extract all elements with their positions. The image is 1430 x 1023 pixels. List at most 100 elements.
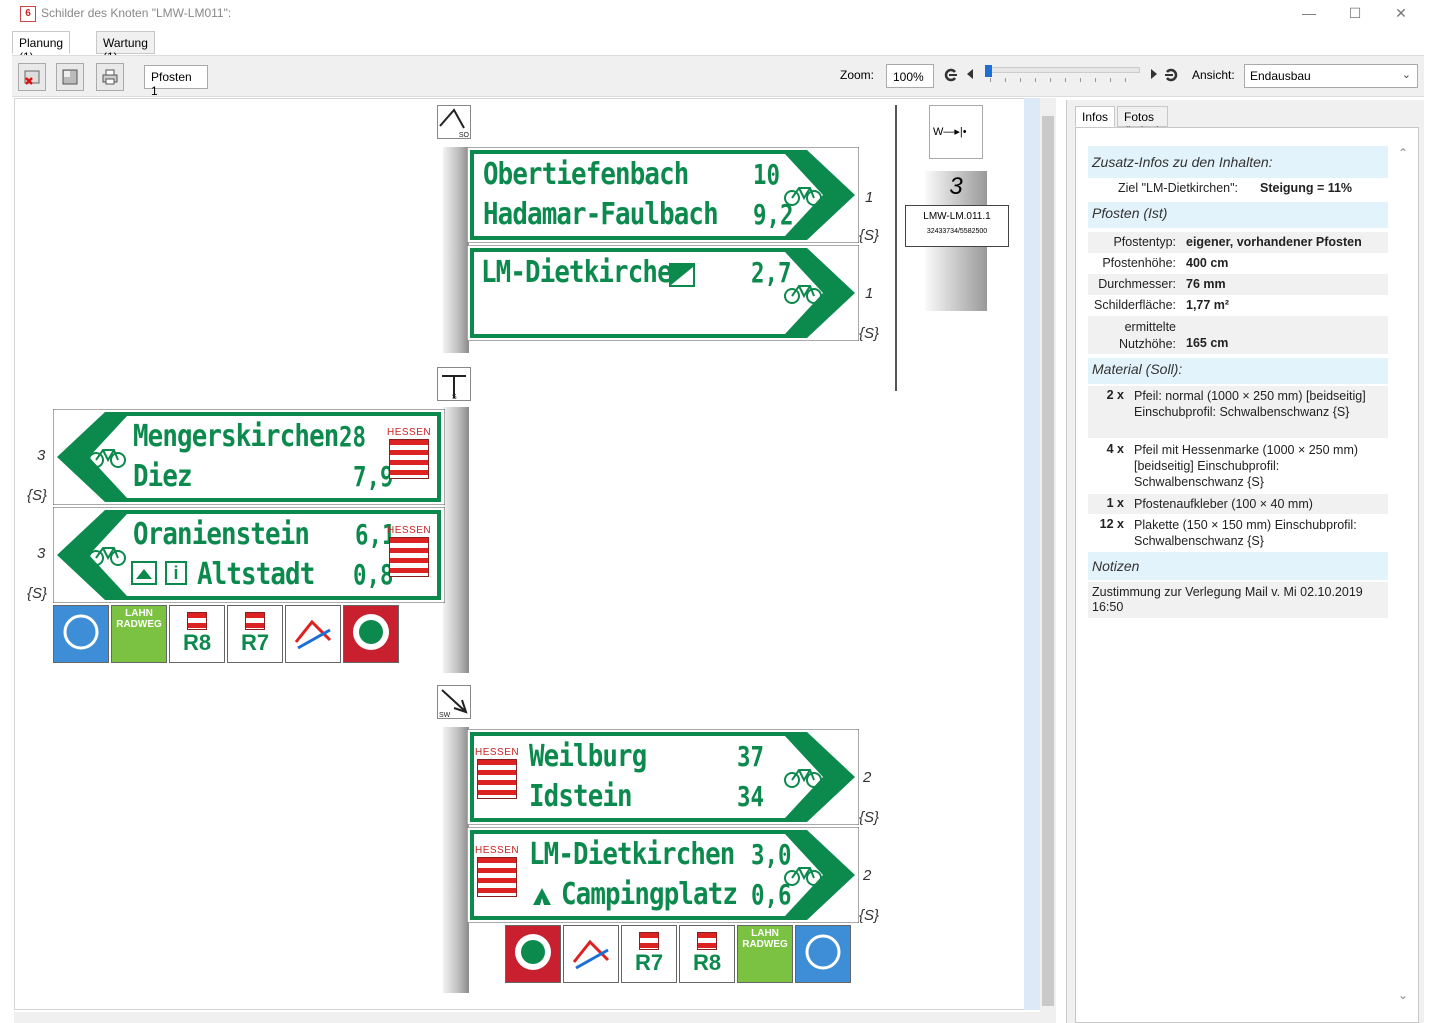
- zoom-slider[interactable]: [988, 67, 1140, 73]
- hessen-badge: HESSEN: [475, 845, 519, 897]
- regional-logo-icon: [294, 619, 332, 650]
- zoom-field[interactable]: 100%: [886, 64, 934, 88]
- plaque-r7-label: R7: [240, 630, 270, 655]
- pfosten-key: Durchmesser:: [1098, 277, 1176, 291]
- plaque-row-right: R7 R8 LAHN RADWEG: [505, 925, 857, 983]
- app-icon: 6: [20, 6, 36, 22]
- hessen-badge: HESSEN: [387, 427, 431, 479]
- chevron-down-icon: ⌄: [1401, 69, 1411, 81]
- tab-fotos[interactable]: Fotos (keine): [1117, 106, 1168, 138]
- material-desc: Pfostenaufkleber (100 × 40 mm): [1134, 497, 1313, 511]
- pfosten-value: 400 cm: [1186, 256, 1229, 270]
- plaque-bike-route[interactable]: [795, 925, 851, 983]
- hessen-label: HESSEN: [475, 747, 520, 758]
- sign-1-profile: {S}: [859, 227, 880, 244]
- plaque-geopark[interactable]: [505, 925, 561, 983]
- hessen-crest-icon: [639, 932, 659, 950]
- plaque-r7[interactable]: R7: [227, 605, 283, 663]
- material-row: 1 x Pfostenaufkleber (100 × 40 mm): [1088, 494, 1388, 514]
- hessen-label: HESSEN: [475, 845, 520, 856]
- zusatz-row: Ziel "LM-Dietkirchen": Steigung = 11%: [1088, 181, 1388, 201]
- material-qty: 1 x: [1106, 496, 1124, 510]
- hessen-crest-icon: [245, 612, 265, 630]
- pfosten-value: 1,77 m²: [1186, 298, 1230, 312]
- image-button[interactable]: [56, 63, 84, 91]
- maximize-button[interactable]: ☐: [1332, 0, 1378, 28]
- hessen-crest-icon: [477, 857, 517, 897]
- bicycle-icon: [88, 449, 126, 468]
- tab-wartung[interactable]: Wartung (1): [96, 31, 155, 64]
- tab-planung[interactable]: Planung (1): [12, 31, 71, 64]
- hessen-label: HESSEN: [387, 427, 432, 438]
- close-button[interactable]: ✕: [1378, 0, 1424, 28]
- material-qty: 4 x: [1106, 442, 1124, 456]
- canvas-vertical-scrollbar[interactable]: [1040, 98, 1056, 1023]
- sign-4-dest-2: Altstadt: [197, 557, 315, 592]
- print-icon: [102, 69, 118, 85]
- post-field[interactable]: Pfosten 1: [144, 65, 208, 98]
- view-select-value: Endausbau: [1250, 69, 1311, 83]
- direction-sw-label: SW: [439, 712, 451, 719]
- node-id: LMW-LM.011.1: [923, 211, 991, 222]
- view-select[interactable]: Endausbau ⌄: [1244, 64, 1418, 88]
- sign-4-dest-1: Oranienstein: [133, 517, 310, 552]
- bicycle-icon: [784, 187, 822, 206]
- node-number: 3: [949, 173, 963, 200]
- print-button[interactable]: [96, 63, 124, 91]
- material-desc: Pfeil: normal (1000 × 250 mm) [beidseiti…: [1134, 389, 1366, 419]
- plaque-lahn-radweg[interactable]: LAHN RADWEG: [737, 925, 793, 983]
- geopark-logo-icon: [353, 614, 389, 650]
- sign-5-dist-2: 34: [737, 780, 764, 813]
- plaque-lahn-radweg[interactable]: LAHN RADWEG: [111, 605, 167, 663]
- scrollbar-thumb[interactable]: [1042, 116, 1054, 1006]
- info-panel: Infos Fotos (keine) Zusatz-Infos zu den …: [1066, 100, 1424, 1023]
- zoom-fit-icon[interactable]: [1164, 68, 1178, 82]
- plaque-bike-route[interactable]: [53, 605, 109, 663]
- sign-canvas[interactable]: SO S SW W—▸|• 3 LMW-LM.011.1 32433734/55…: [14, 98, 1040, 1010]
- material-qty: 2 x: [1106, 388, 1124, 402]
- pfosten-row: Durchmesser: 76 mm: [1088, 274, 1388, 295]
- plaque-regional[interactable]: [563, 925, 619, 983]
- plaque-lahn-radweg-label: LAHN RADWEG: [742, 928, 788, 950]
- hessen-crest-icon: [697, 932, 717, 950]
- zoom-in-icon[interactable]: [1150, 69, 1158, 79]
- sign-5-dest-1: Weilburg: [529, 739, 647, 774]
- plaque-lahn-radweg-label: LAHN RADWEG: [116, 608, 162, 630]
- direction-sw-icon: SW: [437, 685, 471, 719]
- node-line: [895, 105, 897, 391]
- sign-3-dest-1: Mengerskirchen: [133, 419, 339, 454]
- material-row: 12 x Plakette (150 × 150 mm) Einschubpro…: [1088, 515, 1388, 551]
- plaque-r8[interactable]: R8: [679, 925, 735, 983]
- pfosten-value: eigener, vorhandener Pfosten: [1186, 235, 1362, 249]
- minimize-button[interactable]: —: [1286, 0, 1332, 28]
- bicycle-icon: [784, 769, 822, 788]
- sign-5-dest-2: Idstein: [529, 779, 633, 814]
- plaque-r7[interactable]: R7: [621, 925, 677, 983]
- chevron-up-icon[interactable]: ⌃: [1398, 146, 1408, 160]
- bicycle-icon: [784, 867, 822, 886]
- plaque-r8[interactable]: R8: [169, 605, 225, 663]
- tab-infos[interactable]: Infos: [1075, 106, 1116, 127]
- hessen-crest-icon: [187, 612, 207, 630]
- delete-button[interactable]: [18, 63, 46, 91]
- view-label: Ansicht:: [1192, 68, 1235, 82]
- plaque-regional[interactable]: [285, 605, 341, 663]
- plaque-r7-label: R7: [634, 950, 664, 975]
- sign-4-count: 3: [37, 545, 46, 562]
- legend-symbol: W—▸|•: [929, 105, 983, 159]
- post-lower: [443, 727, 469, 993]
- camping-icon: [533, 888, 551, 905]
- zoom-label: Zoom:: [840, 68, 875, 82]
- bicycle-icon: [88, 547, 126, 566]
- sign-2-count: 1: [865, 285, 874, 302]
- node-plate: LMW-LM.011.1 32433734/5582500: [905, 205, 1009, 247]
- canvas-horizontal-scrollbar[interactable]: [14, 1012, 1054, 1023]
- window-title: Schilder des Knoten "LMW-LM011":: [41, 6, 232, 20]
- zoom-out-icon[interactable]: [966, 69, 974, 79]
- hessen-badge: HESSEN: [387, 525, 431, 577]
- plaque-geopark[interactable]: [343, 605, 399, 663]
- chevron-down-icon[interactable]: ⌄: [1398, 988, 1408, 1002]
- zoom-slider-thumb[interactable]: [985, 65, 992, 77]
- sign-6-dest-1: LM-Dietkirchen: [529, 837, 735, 872]
- zoom-reset-icon[interactable]: [944, 68, 958, 82]
